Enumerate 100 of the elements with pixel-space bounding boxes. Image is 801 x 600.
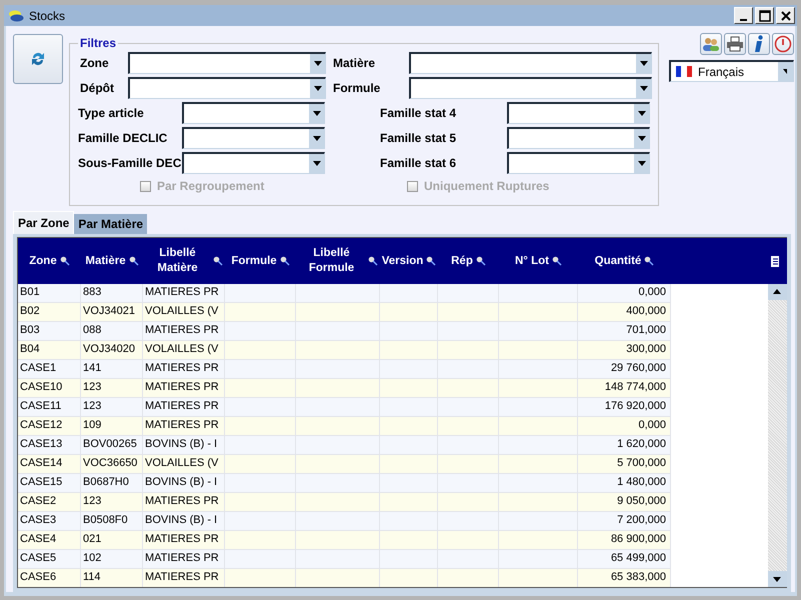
dropdown-field[interactable] — [507, 102, 650, 124]
columns-icon[interactable] — [771, 256, 779, 266]
table-cell: CASE12 — [18, 417, 81, 436]
table-cell — [380, 569, 438, 587]
table-cell: MATIERES PR — [143, 417, 225, 436]
vertical-scrollbar[interactable] — [768, 284, 787, 587]
table-cell: VOJ34021 — [81, 303, 143, 322]
table-cell — [438, 512, 499, 531]
table-cell — [225, 474, 296, 493]
maximize-icon — [758, 10, 770, 22]
dropdown-field[interactable] — [182, 126, 325, 148]
table-cell — [380, 303, 438, 322]
table-cell — [438, 569, 499, 587]
table-cell: 148 774,000 — [578, 379, 671, 398]
table-cell: VOLAILLES (V — [143, 341, 225, 360]
table-cell: MATIERES PR — [143, 379, 225, 398]
column-header[interactable]: Quantité — [594, 254, 642, 268]
table-cell: 114 — [81, 569, 143, 587]
field-label: Matière — [332, 56, 376, 70]
table-cell — [380, 398, 438, 417]
table-cell — [438, 379, 499, 398]
dropdown-field[interactable] — [128, 52, 326, 74]
dropdown-field[interactable] — [409, 76, 652, 98]
dropdown-arrow-icon — [314, 86, 322, 90]
dropdown-field[interactable] — [128, 76, 326, 98]
print-button[interactable] — [724, 33, 746, 55]
dropdown-field[interactable] — [182, 102, 325, 124]
table-cell — [438, 436, 499, 455]
table-cell: 176 920,000 — [578, 398, 671, 417]
column-header[interactable]: Libellé Matière — [145, 246, 210, 276]
table-cell: CASE4 — [18, 531, 81, 550]
search-icon[interactable] — [426, 256, 436, 266]
table-cell: 102 — [81, 550, 143, 569]
search-icon[interactable] — [552, 256, 562, 266]
table-cell: CASE11 — [18, 398, 81, 417]
table-cell — [438, 474, 499, 493]
dropdown-arrow-icon — [638, 110, 646, 116]
column-header[interactable]: Rép — [451, 254, 473, 268]
search-icon[interactable] — [476, 256, 486, 266]
table-cell: 141 — [81, 360, 143, 379]
language-dropdown[interactable]: Français — [669, 60, 794, 82]
column-header[interactable]: Zone — [29, 254, 57, 268]
close-button[interactable] — [776, 7, 795, 24]
info-button[interactable] — [748, 33, 770, 55]
search-icon[interactable] — [280, 256, 290, 266]
power-icon — [774, 35, 792, 53]
table-cell — [380, 360, 438, 379]
search-icon[interactable] — [128, 256, 139, 266]
search-icon[interactable] — [60, 256, 70, 266]
users-button[interactable] — [700, 33, 722, 55]
minimize-button[interactable] — [734, 7, 753, 24]
search-icon[interactable] — [368, 256, 378, 266]
table-cell: CASE15 — [18, 474, 81, 493]
table-cell — [380, 531, 438, 550]
table-cell: 300,000 — [578, 341, 671, 360]
table-cell — [380, 455, 438, 474]
refresh-button[interactable] — [13, 34, 63, 84]
info-icon — [753, 35, 765, 53]
table-cell — [225, 436, 296, 455]
table-cell: CASE10 — [18, 379, 81, 398]
dropdown-field[interactable] — [507, 126, 650, 148]
table-cell: 701,000 — [578, 322, 671, 341]
column-header[interactable]: Libellé Formule — [298, 246, 365, 276]
table-cell: CASE14 — [18, 455, 81, 474]
table-cell: 9 050,000 — [578, 493, 671, 512]
dropdown-field[interactable] — [507, 152, 650, 174]
table-cell — [225, 360, 296, 379]
table-cell: CASE6 — [18, 569, 81, 587]
search-icon[interactable] — [213, 256, 223, 266]
table-cell — [438, 455, 499, 474]
power-button[interactable] — [772, 33, 794, 55]
table-cell — [438, 322, 499, 341]
table-cell: 021 — [81, 531, 143, 550]
search-icon[interactable] — [644, 256, 654, 266]
tab[interactable]: Par Zone — [13, 211, 74, 234]
column-header[interactable]: Version — [382, 254, 424, 268]
table-cell — [225, 303, 296, 322]
table-cell — [438, 360, 499, 379]
dropdown-field[interactable] — [182, 152, 325, 174]
table-cell — [380, 379, 438, 398]
table-cell: BOVINS (B) - I — [143, 436, 225, 455]
tab[interactable]: Par Matière — [74, 214, 148, 234]
table-cell: BOVINS (B) - I — [143, 474, 225, 493]
table-cell: 0,000 — [578, 417, 671, 436]
column-header[interactable]: N° Lot — [515, 254, 549, 268]
column-header[interactable]: Formule — [231, 254, 277, 268]
table-cell — [225, 569, 296, 587]
dropdown-arrow-icon — [312, 110, 320, 116]
table-cell: 0,000 — [578, 284, 671, 303]
table-cell: B04 — [18, 341, 81, 360]
maximize-button[interactable] — [755, 7, 774, 24]
table-cell: B03 — [18, 322, 81, 341]
dropdown-arrow-icon — [640, 60, 648, 66]
table-cell: MATIERES PR — [143, 322, 225, 341]
table-cell: 5 700,000 — [578, 455, 671, 474]
table-cell — [380, 550, 438, 569]
column-header[interactable]: Matière — [85, 254, 126, 268]
table-cell: 65 499,000 — [578, 550, 671, 569]
dropdown-field[interactable] — [409, 52, 652, 74]
table-cell — [380, 341, 438, 360]
